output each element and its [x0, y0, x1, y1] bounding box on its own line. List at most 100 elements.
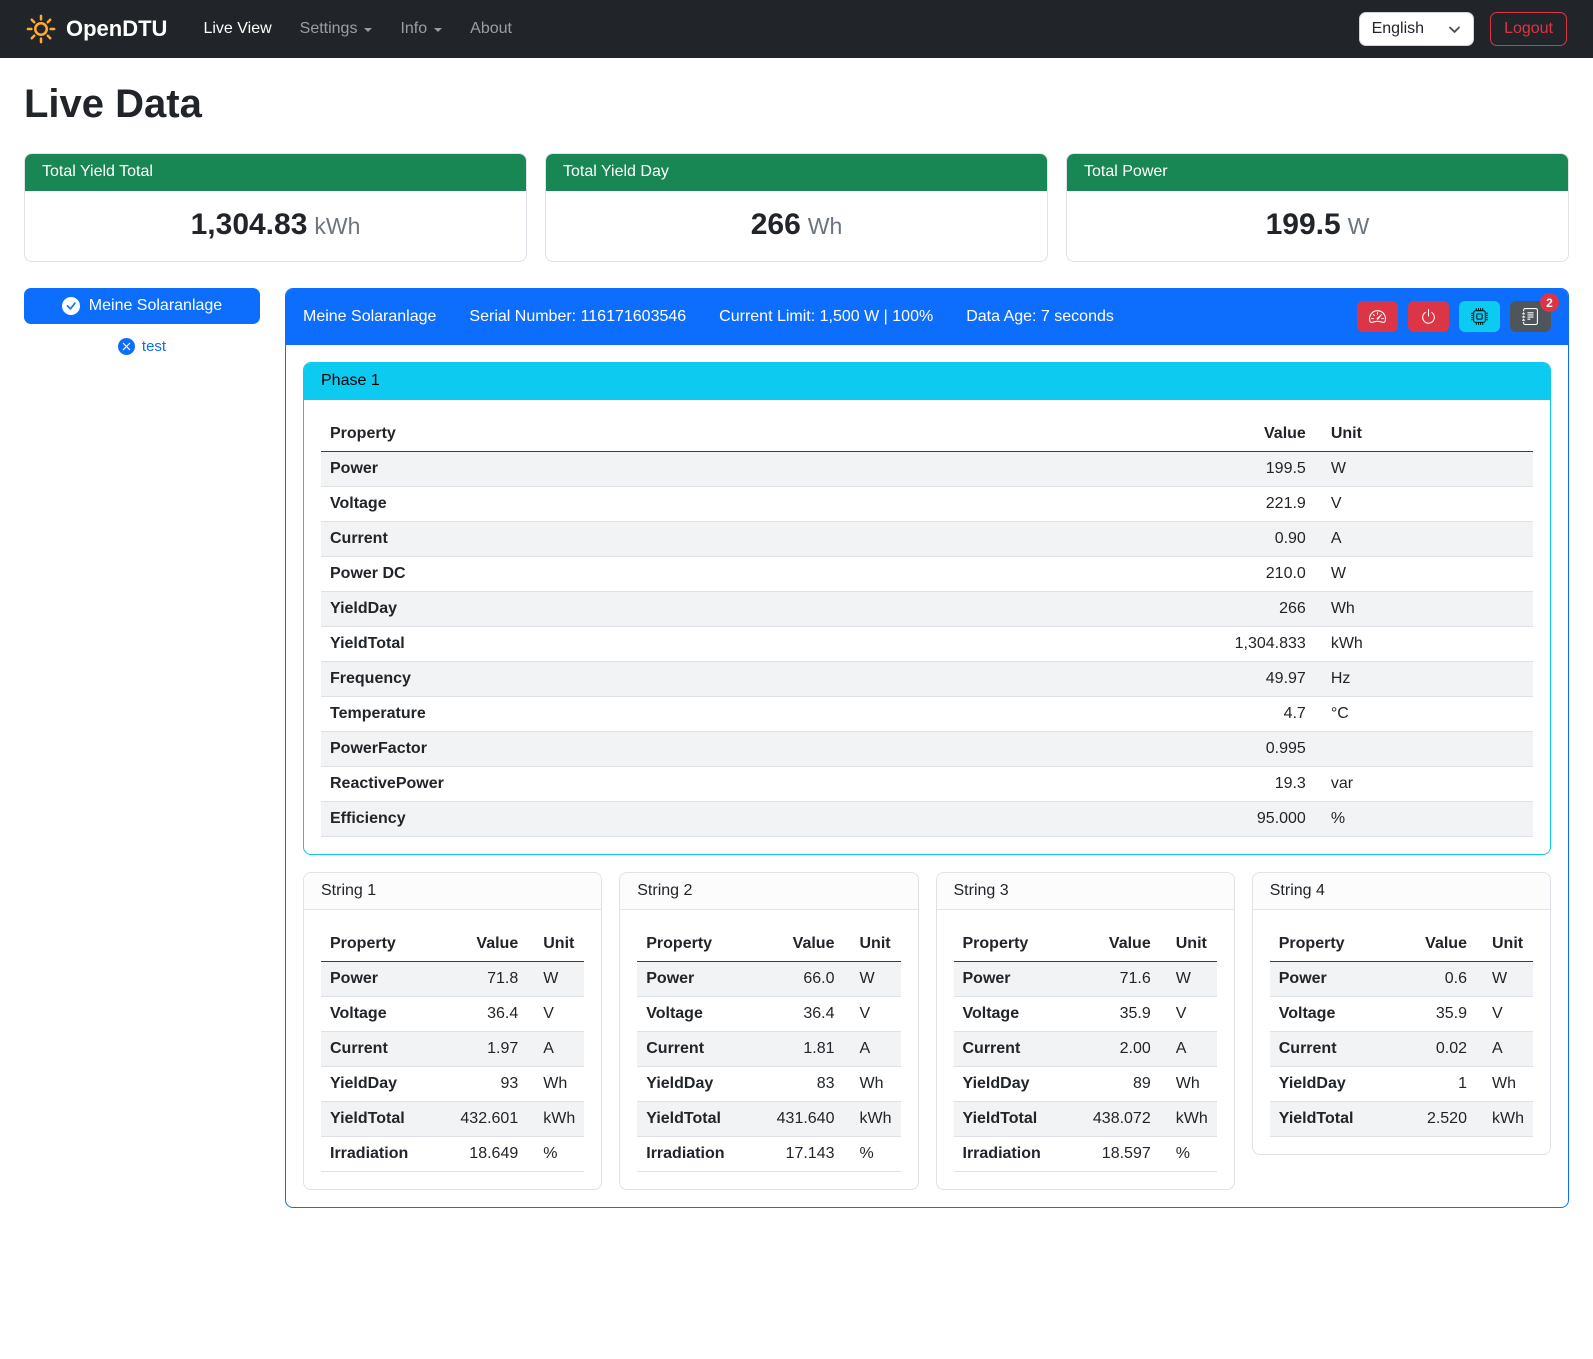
string-card-header: String 4 [1253, 873, 1550, 910]
table-row: Irradiation18.649% [321, 1137, 584, 1172]
property-cell: Temperature [321, 697, 1169, 732]
table-head: Property Value Unit [1270, 927, 1533, 962]
stat-value: 1,304.83 [191, 208, 308, 241]
property-cell: Current [321, 1032, 435, 1067]
column-header-property: Property [637, 927, 751, 962]
stat-card-body: 199.5W [1067, 191, 1568, 261]
string-card-body: Property Value Unit Power71.6WVoltage35.… [937, 910, 1234, 1189]
property-cell: Irradiation [637, 1137, 751, 1172]
table-body: Power66.0WVoltage36.4VCurrent1.81AYieldD… [637, 962, 900, 1172]
value-cell: 18.597 [1067, 1137, 1160, 1172]
table-row: Voltage221.9V [321, 487, 1533, 522]
table-row: Power DC210.0W [321, 557, 1533, 592]
table-head: Property Value Unit [954, 927, 1217, 962]
table-row: YieldDay1Wh [1270, 1067, 1533, 1102]
nav-item-live-view[interactable]: Live View [189, 12, 285, 46]
table-body: Power199.5WVoltage221.9VCurrent0.90APowe… [321, 452, 1533, 837]
phase-table: Property Value Unit Power199.5WVoltage22… [321, 417, 1533, 837]
table-body: Power71.6WVoltage35.9VCurrent2.00AYieldD… [954, 962, 1217, 1172]
power-icon [1420, 308, 1437, 325]
stat-unit: Wh [808, 213, 843, 239]
table-row: Current1.97A [321, 1032, 584, 1067]
nav-item-info[interactable]: Info [386, 12, 456, 46]
table-row: Current0.02A [1270, 1032, 1533, 1067]
language-select[interactable]: English [1359, 12, 1474, 46]
stats-row: Total Yield Total 1,304.83kWh Total Yiel… [24, 153, 1569, 262]
chevron-down-icon [434, 28, 442, 32]
value-cell: 18.649 [435, 1137, 528, 1172]
nav-item-settings[interactable]: Settings [286, 12, 387, 46]
stat-card-total-power: Total Power 199.5W [1066, 153, 1569, 262]
value-cell: 431.640 [751, 1102, 844, 1137]
string-card-body: Property Value Unit Power71.8WVoltage36.… [304, 910, 601, 1189]
property-cell: Power [321, 452, 1169, 487]
table-row: YieldTotal438.072kWh [954, 1102, 1217, 1137]
column-header-unit: Unit [1160, 927, 1217, 962]
table-row: Power71.8W [321, 962, 584, 997]
value-cell: 71.8 [435, 962, 528, 997]
unit-cell: var [1315, 767, 1533, 802]
value-cell: 93 [435, 1067, 528, 1102]
table-row: YieldDay266Wh [321, 592, 1533, 627]
stat-card-total-yield-day: Total Yield Day 266Wh [545, 153, 1048, 262]
nav-item-about[interactable]: About [456, 12, 526, 46]
page-content: Live Data Total Yield Total 1,304.83kWh … [0, 58, 1593, 1236]
unit-cell: A [527, 1032, 584, 1067]
page-title: Live Data [24, 82, 1569, 127]
journal-icon [1522, 308, 1539, 325]
unit-cell: W [1315, 557, 1533, 592]
table-row: Voltage36.4V [321, 997, 584, 1032]
inverter-select-button-active[interactable]: Meine Solaranlage [24, 288, 260, 324]
property-cell: Power [637, 962, 751, 997]
brand-link[interactable]: OpenDTU [26, 14, 167, 44]
inverter-select-test[interactable]: test [24, 338, 260, 355]
speedometer-icon [1369, 308, 1386, 325]
value-cell: 17.143 [751, 1137, 844, 1172]
string-card-1: String 1 Property Value Unit [303, 872, 602, 1190]
phase-card-header: Phase 1 [304, 363, 1550, 400]
limit-settings-button[interactable] [1357, 301, 1398, 332]
unit-cell: V [1315, 487, 1533, 522]
device-info-button[interactable] [1459, 301, 1500, 332]
string-table: Property Value Unit Power66.0WVoltage36.… [637, 927, 900, 1172]
strings-row: String 1 Property Value Unit [303, 872, 1551, 1190]
eventlog-count-badge: 2 [1540, 293, 1559, 312]
unit-cell: V [527, 997, 584, 1032]
column-header-unit: Unit [843, 927, 900, 962]
unit-cell: A [843, 1032, 900, 1067]
logout-button[interactable]: Logout [1490, 12, 1567, 46]
unit-cell: A [1315, 522, 1533, 557]
nav-links: Live View Settings Info About [189, 12, 526, 46]
unit-cell: % [843, 1137, 900, 1172]
value-cell: 266 [1169, 592, 1314, 627]
property-cell: Voltage [321, 487, 1169, 522]
property-cell: Irradiation [321, 1137, 435, 1172]
inverter-action-buttons: 2 [1357, 301, 1551, 332]
value-cell: 0.90 [1169, 522, 1314, 557]
column-header-property: Property [321, 927, 435, 962]
string-table: Property Value Unit Power71.8WVoltage36.… [321, 927, 584, 1172]
string-card-4: String 4 Property Value Unit [1252, 872, 1551, 1155]
top-navbar: OpenDTU Live View Settings Info About En… [0, 0, 1593, 58]
stat-card-total-yield-total: Total Yield Total 1,304.83kWh [24, 153, 527, 262]
table-row: PowerFactor0.995 [321, 732, 1533, 767]
phase-card: Phase 1 Property Value Unit Power199.5WV… [303, 362, 1551, 855]
table-row: YieldTotal1,304.833kWh [321, 627, 1533, 662]
property-cell: Voltage [637, 997, 751, 1032]
stat-card-body: 1,304.83kWh [25, 191, 526, 261]
brand-name: OpenDTU [66, 16, 167, 42]
chevron-down-icon [364, 28, 372, 32]
unit-cell: V [1160, 997, 1217, 1032]
unit-cell: W [527, 962, 584, 997]
table-row: YieldTotal432.601kWh [321, 1102, 584, 1137]
table-row: Power0.6W [1270, 962, 1533, 997]
value-cell: 0.6 [1384, 962, 1476, 997]
value-cell: 2.520 [1384, 1102, 1476, 1137]
column-header-unit: Unit [1476, 927, 1533, 962]
value-cell: 0.02 [1384, 1032, 1476, 1067]
power-button[interactable] [1408, 301, 1449, 332]
eventlog-button[interactable]: 2 [1510, 301, 1551, 332]
string-card-body: Property Value Unit Power0.6WVoltage35.9… [1253, 910, 1550, 1154]
inverter-name: Meine Solaranlage [303, 308, 436, 326]
table-row: Current1.81A [637, 1032, 900, 1067]
